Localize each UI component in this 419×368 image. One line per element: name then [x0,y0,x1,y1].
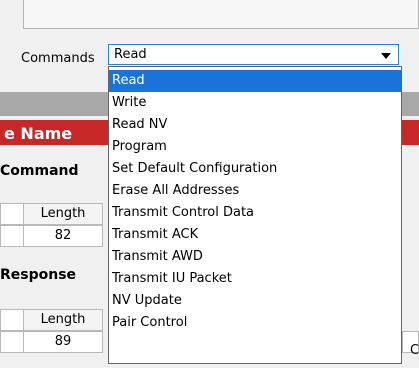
response-row-header-cell [0,309,24,331]
option-erase-all-addresses[interactable]: Erase All Addresses [109,180,401,202]
option-transmit-ack[interactable]: Transmit ACK [109,224,401,246]
option-transmit-control-data[interactable]: Transmit Control Data [109,202,401,224]
response-section-title: Response [0,267,77,283]
option-pair-control[interactable]: Pair Control [109,312,401,334]
name-header-text: e Name [4,124,73,143]
command-length-value: 82 [23,225,103,247]
option-read[interactable]: Read [109,70,401,92]
option-write[interactable]: Write [109,92,401,114]
command-section-title: Command [0,163,79,179]
commands-dropdown-list[interactable]: Read Write Read NV Program Set Default C… [108,66,402,364]
option-set-default-configuration[interactable]: Set Default Configuration [109,158,401,180]
option-transmit-iu-packet[interactable]: Transmit IU Packet [109,268,401,290]
commands-label: Commands [21,51,95,66]
option-program[interactable]: Program [109,136,401,158]
commands-selected-value: Read [114,47,147,62]
chevron-down-icon[interactable] [381,53,391,59]
option-read-nv[interactable]: Read NV [109,114,401,136]
command-length-header: Length [23,203,103,225]
command-row-cell [0,225,24,247]
response-length-value: 89 [23,331,103,353]
option-nv-update[interactable]: NV Update [109,290,401,312]
option-transmit-awd[interactable]: Transmit AWD [109,246,401,268]
response-cut-text: C [410,343,419,358]
response-row-cell [0,331,24,353]
response-length-header: Length [23,309,103,331]
command-row-header-cell [0,203,24,225]
commands-dropdown[interactable]: Read [108,44,399,65]
top-text-field[interactable] [23,0,419,29]
